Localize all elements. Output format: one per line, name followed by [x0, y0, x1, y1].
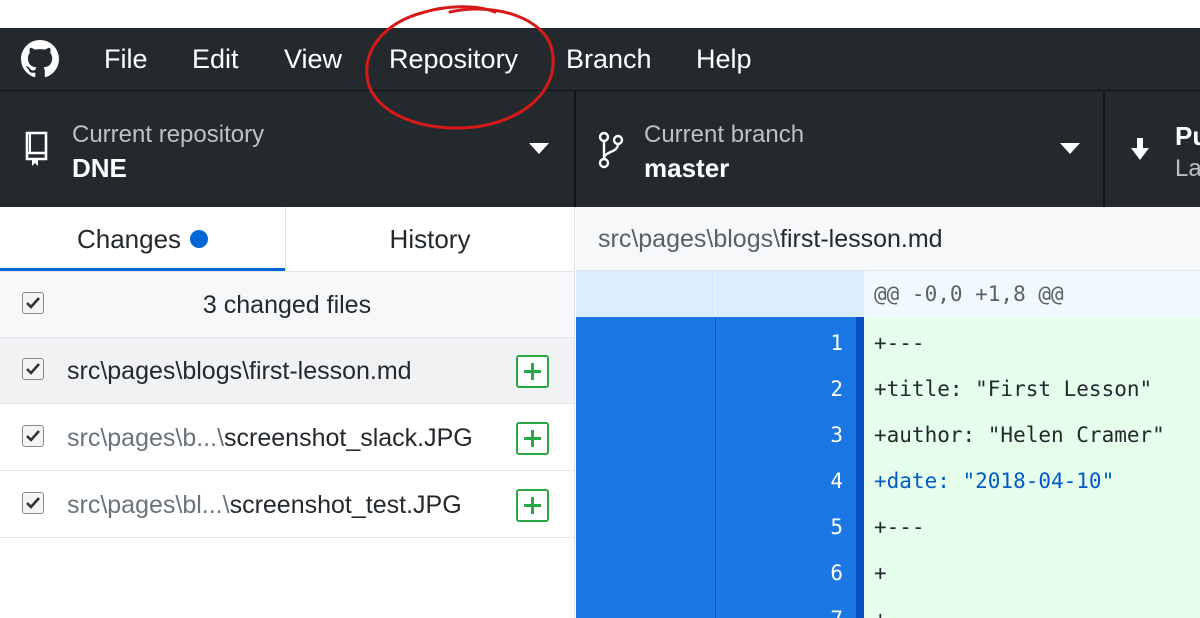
- github-logo-icon: [21, 40, 59, 78]
- hunk-gutter-new: [716, 271, 864, 317]
- diff-path-prefix: src\pages\blogs\: [598, 225, 781, 253]
- line-number[interactable]: 7: [716, 606, 843, 618]
- hunk-header: @@ -0,0 +1,8 @@: [874, 282, 1064, 306]
- pull-sublabel: La: [1175, 155, 1200, 182]
- branch-icon: [598, 131, 624, 169]
- menu-help[interactable]: Help: [696, 42, 752, 76]
- checkmark-icon: [26, 363, 40, 375]
- current-branch-label: Current branch: [644, 121, 805, 148]
- line-number[interactable]: 2: [716, 376, 843, 402]
- pull-label: Pu: [1175, 121, 1200, 151]
- file-added-icon: [516, 355, 549, 388]
- hunk-header-row: @@ -0,0 +1,8 @@: [576, 271, 1200, 317]
- diff-line: +author: "Helen Cramer": [874, 423, 1165, 447]
- line-number[interactable]: 6: [716, 560, 843, 586]
- file-row[interactable]: src\pages\blogs\first-lesson.md: [0, 338, 574, 404]
- tab-changes[interactable]: Changes: [0, 207, 285, 271]
- file-path-name: src\pages\blogs\first-lesson.md: [67, 357, 412, 385]
- diff-line: +: [874, 561, 887, 585]
- current-branch-button[interactable]: Current branch master: [576, 91, 1103, 207]
- tab-history-label: History: [389, 224, 471, 254]
- file-path-prefix: src\pages\bl...\: [67, 491, 230, 519]
- diff-line: +date: "2018-04-10": [874, 469, 1115, 493]
- checkmark-icon: [26, 430, 40, 442]
- diff-path-name: first-lesson.md: [780, 225, 943, 253]
- old-line-gutter[interactable]: [576, 271, 715, 618]
- current-branch-value: master: [644, 153, 730, 183]
- file-path: src\pages\blogs\first-lesson.md: [67, 356, 412, 386]
- file-path: src\pages\b...\screenshot_slack.JPG: [67, 423, 473, 453]
- menu-bar: File Edit View Repository Branch Help: [0, 28, 1200, 90]
- file-added-icon: [516, 422, 549, 455]
- file-added-icon: [516, 489, 549, 522]
- file-path-name: screenshot_test.JPG: [229, 491, 462, 519]
- diff-view[interactable]: @@ -0,0 +1,8 @@ 1 +--- 2 +title: "First …: [576, 271, 1200, 618]
- menu-branch[interactable]: Branch: [566, 42, 652, 76]
- repo-icon: [25, 131, 48, 166]
- diff-file-path: src\pages\blogs\first-lesson.md: [598, 224, 943, 254]
- current-repository-value: DNE: [72, 153, 127, 183]
- file-path-prefix: src\pages\b...\: [67, 424, 225, 452]
- tab-history[interactable]: History: [286, 207, 574, 271]
- file-row[interactable]: src\pages\bl...\screenshot_test.JPG: [0, 472, 574, 538]
- diff-line: +: [874, 606, 887, 618]
- line-number[interactable]: 5: [716, 514, 843, 540]
- diff-line: +---: [874, 515, 925, 539]
- window-top-strip: [0, 0, 1200, 28]
- tab-changes-label: Changes: [76, 224, 182, 254]
- line-number[interactable]: 1: [716, 330, 843, 356]
- changed-files-count: 3 changed files: [202, 291, 372, 319]
- diff-line: +---: [874, 331, 925, 355]
- current-repository-label: Current repository: [72, 121, 265, 148]
- pull-origin-button[interactable]: Pu La: [1105, 91, 1200, 207]
- file-checkbox[interactable]: [22, 492, 44, 514]
- gutter-selection-bar: [856, 271, 864, 618]
- menu-file[interactable]: File: [104, 42, 148, 76]
- file-checkbox[interactable]: [22, 358, 44, 380]
- hunk-gutter-old: [576, 271, 715, 317]
- toolbar: Current repository DNE Current branch ma…: [0, 90, 1200, 207]
- diff-header: src\pages\blogs\first-lesson.md: [576, 207, 1200, 271]
- annotation-circle: [365, 5, 555, 130]
- diff-line: +title: "First Lesson": [874, 377, 1153, 401]
- menu-view[interactable]: View: [284, 42, 342, 76]
- changes-sidebar: Changes History 3 changed files src\page…: [0, 207, 575, 618]
- changed-files-header: 3 changed files: [0, 272, 574, 338]
- checkmark-icon: [26, 497, 40, 509]
- file-path: src\pages\bl...\screenshot_test.JPG: [67, 490, 462, 520]
- file-row[interactable]: src\pages\b...\screenshot_slack.JPG: [0, 405, 574, 471]
- menu-edit[interactable]: Edit: [192, 42, 239, 76]
- file-path-name: screenshot_slack.JPG: [224, 424, 473, 452]
- line-number[interactable]: 3: [716, 422, 843, 448]
- line-number[interactable]: 4: [716, 468, 843, 494]
- arrow-down-icon: [1131, 138, 1149, 160]
- changes-indicator-dot: [190, 230, 209, 248]
- chevron-down-icon: [529, 143, 549, 154]
- file-checkbox[interactable]: [22, 425, 44, 447]
- chevron-down-icon: [1060, 143, 1080, 154]
